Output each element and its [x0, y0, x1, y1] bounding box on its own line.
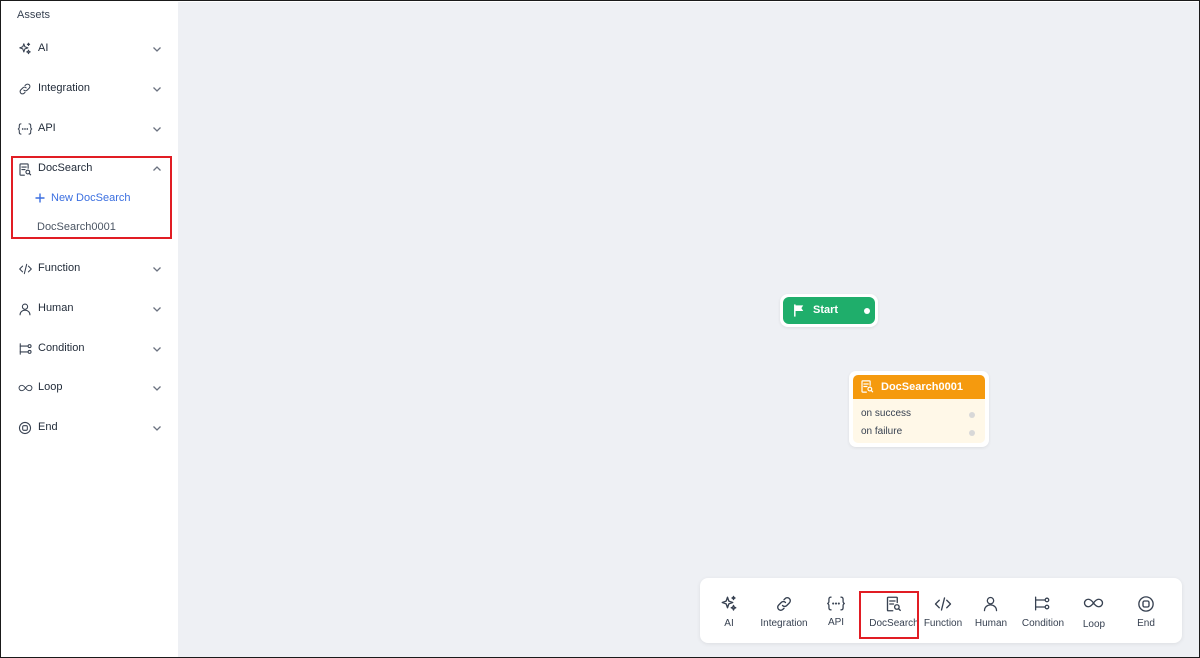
- toolbar-integration-label: Integration: [760, 618, 808, 629]
- output-on-success-label: on success: [861, 408, 912, 419]
- sidebar-item-label: Human: [38, 302, 74, 314]
- chevron-down-icon[interactable]: [151, 123, 163, 135]
- chevron-down-icon[interactable]: [151, 83, 163, 95]
- toolbar-function-label: Function: [923, 618, 963, 629]
- sparkles-icon: [17, 41, 33, 57]
- doc-search-icon: [860, 379, 876, 395]
- stop-circle-icon: [1137, 595, 1155, 613]
- chevron-up-icon[interactable]: [151, 163, 163, 175]
- sidebar-item-integration[interactable]: Integration: [2, 77, 178, 101]
- sidebar-item-function[interactable]: Function: [2, 257, 178, 281]
- user-icon: [982, 595, 1000, 613]
- toolbar-docsearch-item[interactable]: DocSearch: [866, 578, 922, 643]
- flag-icon: [792, 303, 807, 318]
- toolbar-end-button[interactable]: End: [1124, 578, 1168, 643]
- toolbar-ai-label: AI: [724, 618, 734, 629]
- sidebar-item-docsearch[interactable]: DocSearch: [2, 157, 178, 181]
- sidebar-item-label: Condition: [38, 342, 85, 354]
- start-output-port[interactable]: [864, 308, 870, 314]
- toolbar-condition-label: Condition: [1021, 618, 1065, 629]
- docsearch-node[interactable]: DocSearch0001 on success on failure: [849, 371, 989, 447]
- docsearch-asset-item[interactable]: DocSearch0001: [37, 221, 116, 233]
- new-docsearch-button[interactable]: New DocSearch: [34, 190, 130, 206]
- toolbar-loop-label: Loop: [1082, 619, 1106, 630]
- assets-sidebar: Assets AI Integration API DocSearch New …: [2, 2, 178, 657]
- docsearch-node-title: DocSearch0001: [881, 381, 963, 393]
- on-success-port[interactable]: [969, 412, 975, 418]
- infinity-icon: [1083, 597, 1104, 615]
- plus-icon: [34, 192, 46, 204]
- doc-search-icon: [17, 161, 33, 177]
- stop-circle-icon: [17, 420, 33, 436]
- docsearch-node-outputs: on success on failure: [853, 399, 985, 443]
- new-docsearch-label: New DocSearch: [51, 192, 131, 204]
- braces-icon: [17, 121, 33, 137]
- chevron-down-icon[interactable]: [151, 303, 163, 315]
- sidebar-item-label: API: [38, 122, 56, 134]
- sidebar-item-label: Integration: [38, 82, 90, 94]
- branch-icon: [17, 341, 33, 357]
- sidebar-item-label: Loop: [38, 381, 63, 393]
- sidebar-item-condition[interactable]: Condition: [2, 337, 178, 361]
- chevron-down-icon[interactable]: [151, 422, 163, 434]
- chevron-down-icon[interactable]: [151, 382, 163, 394]
- output-on-failure-label: on failure: [861, 426, 903, 437]
- on-failure-port[interactable]: [969, 430, 975, 436]
- toolbar-human-button[interactable]: Human: [970, 578, 1014, 643]
- sidebar-item-ai[interactable]: AI: [2, 37, 178, 61]
- sparkles-icon: [720, 595, 738, 613]
- chevron-down-icon[interactable]: [151, 343, 163, 355]
- sidebar-item-label: DocSearch: [38, 162, 93, 174]
- flow-canvas[interactable]: Start DocSearch0001 on success on failur…: [178, 2, 1199, 657]
- sidebar-title: Assets: [17, 9, 51, 21]
- toolbar-human-label: Human: [974, 618, 1008, 629]
- toolbar-function-button[interactable]: Function: [922, 578, 966, 643]
- link-icon: [775, 595, 793, 613]
- branch-icon: [1033, 595, 1051, 613]
- app-window: Assets AI Integration API DocSearch New …: [0, 0, 1200, 658]
- sidebar-item-loop[interactable]: Loop: [2, 376, 178, 400]
- user-icon: [17, 301, 33, 317]
- start-node-label: Start: [813, 304, 839, 316]
- docsearch-node-header[interactable]: DocSearch0001: [853, 375, 985, 399]
- chevron-down-icon[interactable]: [151, 43, 163, 55]
- doc-search-icon: [885, 595, 903, 613]
- sidebar-item-label: End: [38, 421, 58, 433]
- toolbar-api-label: API: [827, 617, 845, 628]
- braces-icon: [826, 595, 845, 613]
- infinity-icon: [17, 380, 33, 396]
- toolbar-loop-button[interactable]: Loop: [1072, 578, 1116, 643]
- toolbar-api-button[interactable]: API: [818, 578, 854, 643]
- chevron-down-icon[interactable]: [151, 263, 163, 275]
- link-icon: [17, 81, 33, 97]
- toolbar-ai-button[interactable]: AI: [712, 578, 746, 643]
- start-node-body[interactable]: Start: [783, 297, 875, 324]
- sidebar-item-end[interactable]: End: [2, 416, 178, 440]
- toolbar-condition-button[interactable]: Condition: [1018, 578, 1068, 643]
- sidebar-item-label: AI: [38, 42, 49, 54]
- sidebar-item-label: Function: [38, 262, 81, 274]
- sidebar-item-api[interactable]: API: [2, 117, 178, 141]
- code-icon: [934, 595, 952, 613]
- sidebar-item-human[interactable]: Human: [2, 297, 178, 321]
- node-toolbar: AI Integration API DocSearch Function Hu…: [700, 578, 1182, 643]
- start-node[interactable]: Start: [780, 294, 878, 327]
- toolbar-end-label: End: [1137, 618, 1155, 629]
- toolbar-integration-button[interactable]: Integration: [756, 578, 812, 643]
- code-icon: [17, 261, 33, 277]
- toolbar-docsearch-label: DocSearch: [869, 618, 919, 629]
